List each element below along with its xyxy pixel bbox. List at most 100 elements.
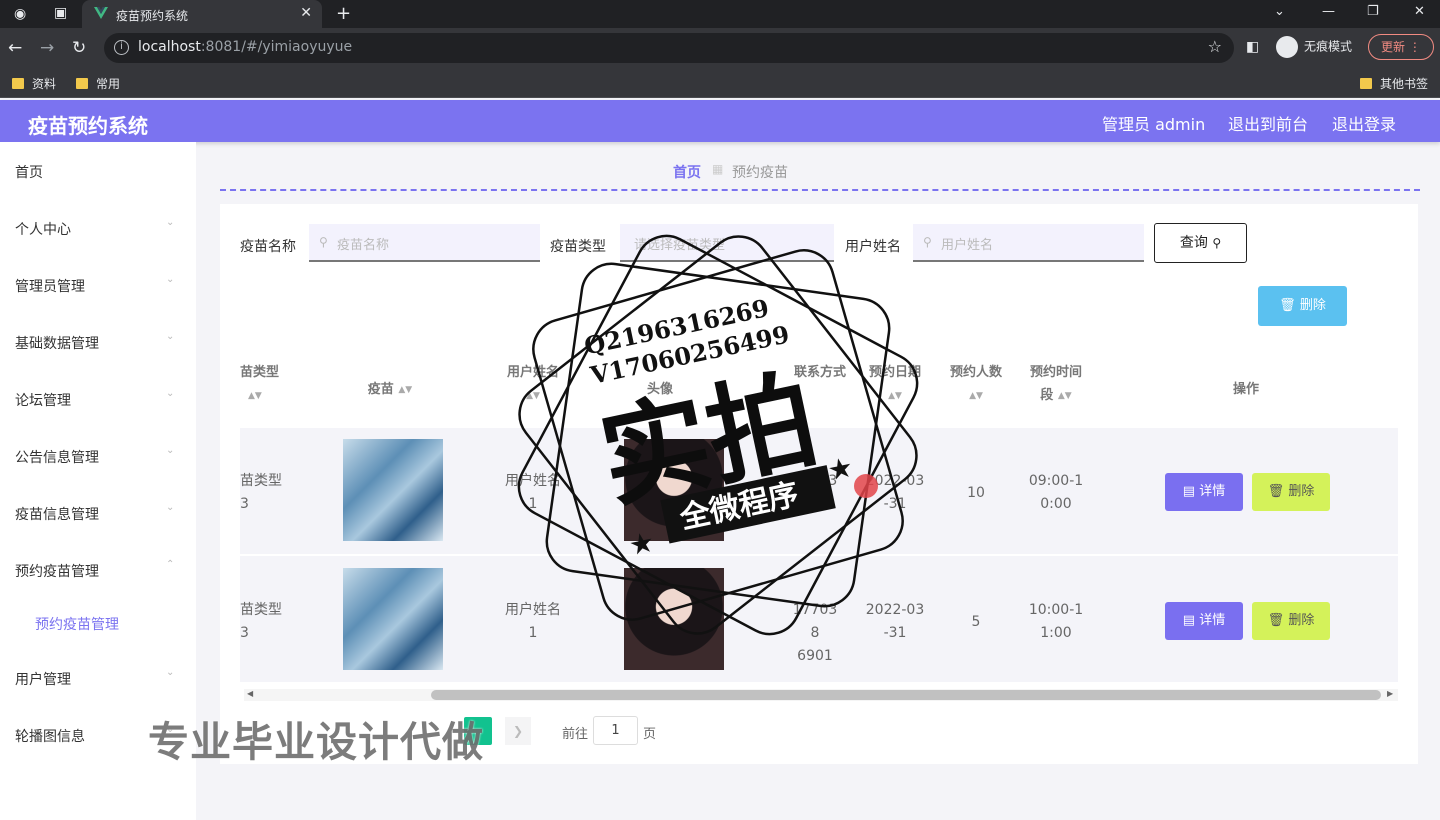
avatar [624, 439, 724, 541]
forward-icon[interactable]: → [40, 38, 54, 58]
address-bar: ← → ↻ i localhost:8081/#/yimiaoyuyue ☆ ◧… [0, 28, 1440, 68]
vaccine-name-label: 疫苗名称 [240, 239, 296, 255]
delete-button[interactable]: 🗑 删除 [1252, 473, 1330, 511]
tab-close-icon[interactable]: ✕ [300, 5, 312, 21]
sidebar-item-forum[interactable]: 论坛管理 ⌄ [0, 378, 196, 418]
sidebar-item-notices[interactable]: 公告信息管理 ⌄ [0, 435, 196, 475]
breadcrumb-home[interactable]: 首页 [673, 162, 701, 182]
bookmark-folder-changyong[interactable]: 常用 [76, 75, 120, 92]
scroll-right-icon[interactable]: ▶ [1387, 689, 1393, 698]
reload-icon[interactable]: ↻ [72, 38, 86, 58]
cell-user: 用户姓名 1 [505, 602, 561, 641]
update-label: 更新 [1381, 40, 1406, 54]
url-path: :8081/#/yimiaoyuyue [200, 39, 353, 55]
incognito-indicator[interactable]: 无痕模式 [1276, 36, 1352, 58]
sort-icon[interactable]: ▲▼ [526, 385, 540, 408]
column-header-phone[interactable]: 联系方式 [790, 361, 850, 384]
cell-date: 2022-03 -31 [865, 602, 925, 641]
query-button[interactable]: 查询 ⚲ [1154, 223, 1247, 263]
maximize-button[interactable]: ❐ [1367, 4, 1379, 19]
cell-type: 苗类型 3 [240, 602, 282, 641]
column-header-actions: 操作 [1232, 382, 1259, 397]
column-header-count[interactable]: 预约人数 ▲▼ [944, 361, 1008, 408]
breadcrumb-separator-icon: ▦ [712, 162, 724, 176]
trash-icon: 🗑 [1279, 298, 1296, 313]
scrollbar-thumb[interactable] [431, 690, 1381, 700]
tab-title: 疫苗预约系统 [116, 9, 189, 23]
globe-icon[interactable]: ◉ [14, 6, 26, 22]
update-button[interactable]: 更新 ⋮ [1368, 34, 1434, 60]
sidepanel-icon[interactable]: ◧ [1246, 39, 1259, 55]
bookmark-star-icon[interactable]: ☆ [1208, 37, 1222, 56]
column-header-user[interactable]: 用户姓名 ▲▼ [500, 361, 566, 408]
sort-icon[interactable]: ▲▼ [969, 385, 983, 408]
sidebar-item-home[interactable]: 首页 [0, 150, 196, 190]
incognito-label: 无痕模式 [1304, 39, 1353, 54]
column-header-type[interactable]: 苗类型 ▲▼ [240, 361, 282, 408]
column-header-time[interactable]: 预约时间段 ▲▼ [1025, 361, 1087, 408]
url-field[interactable]: i localhost:8081/#/yimiaoyuyue ☆ [104, 33, 1234, 63]
browser-tab[interactable]: 疫苗预约系统 ✕ [82, 0, 322, 28]
breadcrumb-current: 预约疫苗 [732, 165, 788, 181]
chevron-down-icon: ⌄ [166, 388, 175, 399]
watermark-banner: 专业毕业设计代做 [148, 718, 484, 766]
folder-icon [1360, 78, 1372, 89]
tab-search-icon[interactable]: ▣ [54, 5, 67, 21]
exit-to-front-link[interactable]: 退出到前台 [1228, 111, 1308, 135]
vaccine-type-label: 疫苗类型 [550, 239, 606, 255]
site-info-icon[interactable]: i [114, 40, 129, 55]
chevron-down-icon: ⌄ [166, 445, 175, 456]
column-header-avatar[interactable]: 头像 [630, 378, 690, 401]
detail-button[interactable]: ▤ 详情 [1165, 602, 1243, 640]
sidebar-item-appointments[interactable]: 预约疫苗管理 ⌃ [0, 549, 196, 589]
search-icon: ⚲ [1212, 236, 1222, 250]
other-bookmarks[interactable]: 其他书签 [1360, 75, 1428, 92]
sort-icon[interactable]: ▲▼ [1058, 385, 1072, 408]
sort-icon[interactable]: ▲▼ [888, 385, 902, 408]
cell-type: 苗类型 3 [240, 473, 282, 512]
app-header: 疫苗预约系统 管理员 admin 退出到前台 退出登录 [0, 100, 1440, 142]
delete-selected-button[interactable]: 🗑 删除 [1258, 286, 1347, 326]
app-title: 疫苗预约系统 [28, 114, 148, 138]
sidebar-subitem-appointments[interactable]: 预约疫苗管理 [0, 602, 196, 642]
cell-count: 10 [967, 485, 985, 501]
sidebar-item-admins[interactable]: 管理员管理 ⌄ [0, 264, 196, 304]
document-icon: ▤ [1182, 484, 1196, 499]
vaccine-type-select[interactable]: 请选择疫苗类型 [620, 224, 834, 262]
bookmarks-bar: 资料 常用 其他书签 [0, 68, 1440, 98]
avatar [624, 568, 724, 670]
logout-link[interactable]: 退出登录 [1332, 111, 1396, 135]
sort-icon[interactable]: ▲▼ [398, 379, 412, 402]
user-name-input[interactable]: ⚲ 用户姓名 [913, 224, 1144, 262]
trash-icon: 🗑 [1267, 484, 1285, 499]
delete-button[interactable]: 🗑 删除 [1252, 602, 1330, 640]
tab-list-icon[interactable]: ⌄ [1274, 4, 1285, 19]
vaccine-name-input[interactable]: ⚲ 疫苗名称 [309, 224, 540, 262]
bookmark-folder-ziliao[interactable]: 资料 [12, 75, 56, 92]
sort-icon[interactable]: ▲▼ [248, 385, 262, 408]
next-page-button[interactable]: ❯ [505, 717, 531, 745]
sidebar-item-base-data[interactable]: 基础数据管理 ⌄ [0, 321, 196, 361]
chevron-down-icon: ⌄ [166, 502, 175, 513]
sidebar-item-users[interactable]: 用户管理 ⌄ [0, 657, 196, 697]
new-tab-button[interactable]: + [336, 3, 351, 24]
browser-tab-bar: ◉ ▣ 疫苗预约系统 ✕ + ⌄ — ❐ ✕ [0, 0, 1440, 28]
column-header-vaccine[interactable]: 疫苗 ▲▼ [340, 378, 440, 402]
column-header-date[interactable]: 预约日期 ▲▼ [864, 361, 926, 408]
sidebar-item-profile[interactable]: 个人中心 ⌄ [0, 207, 196, 247]
goto-page-input[interactable]: 1 [593, 716, 638, 745]
page-suffix: 页 [643, 727, 657, 742]
sidebar-item-vaccine-info[interactable]: 疫苗信息管理 ⌄ [0, 492, 196, 532]
search-icon: ⚲ [923, 235, 932, 249]
back-icon[interactable]: ← [8, 38, 22, 58]
detail-button[interactable]: ▤ 详情 [1165, 473, 1243, 511]
minimize-button[interactable]: — [1322, 4, 1335, 19]
cell-time: 09:00-1 0:00 [1028, 473, 1084, 512]
admin-user-label[interactable]: 管理员 admin [1102, 111, 1205, 135]
cell-count: 5 [971, 614, 981, 630]
window-close-button[interactable]: ✕ [1414, 4, 1425, 19]
chevron-down-icon: ⌄ [166, 667, 175, 678]
cell-phone: 17703 8 [792, 473, 838, 512]
cell-phone: 17703 8 6901 [792, 602, 838, 664]
scroll-left-icon[interactable]: ◀ [247, 689, 253, 698]
